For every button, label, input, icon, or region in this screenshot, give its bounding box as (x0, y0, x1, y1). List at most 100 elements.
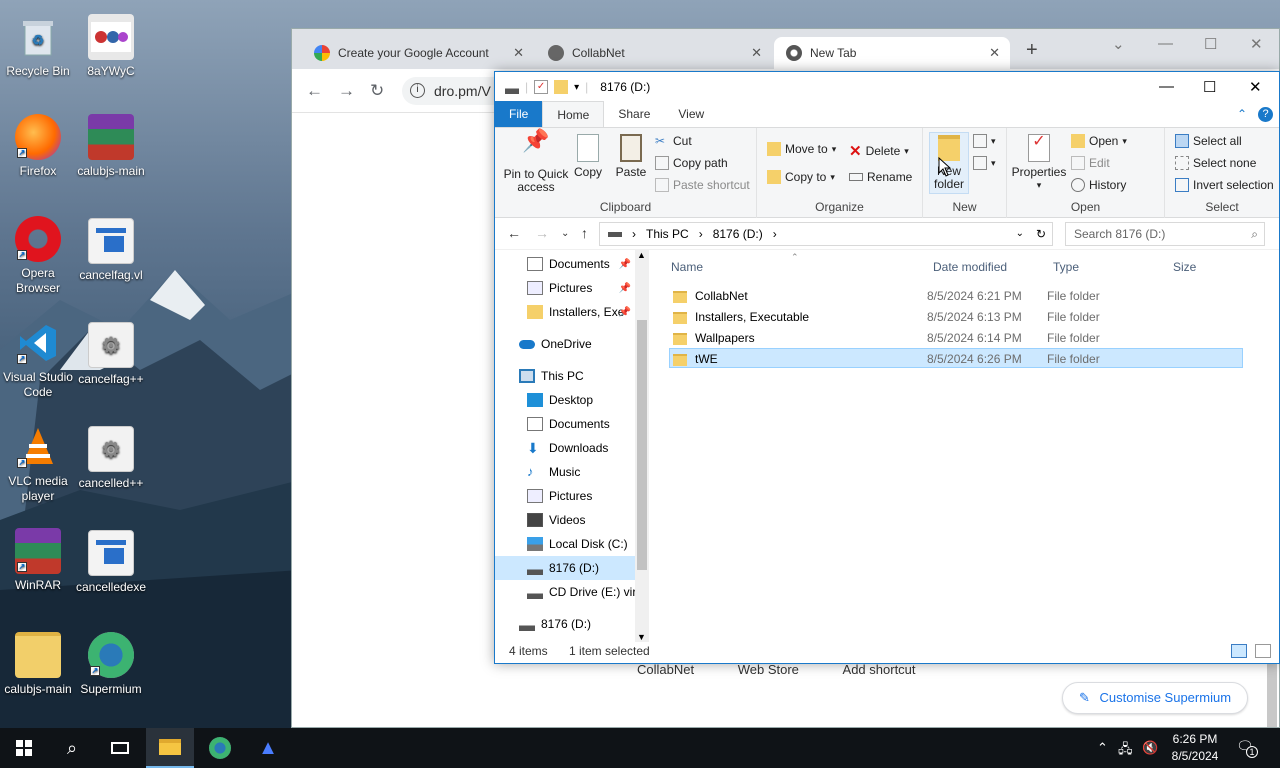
paste-button[interactable]: Paste (613, 134, 649, 179)
shortcut-web-store[interactable]: Web Store (738, 662, 799, 677)
close-tab-icon[interactable]: ✕ (989, 45, 1000, 61)
nav-item-pictures[interactable]: Pictures (495, 484, 635, 508)
forward-icon[interactable]: → (338, 81, 355, 101)
file-row-selected[interactable]: tWE 8/5/2024 6:26 PM File folder (669, 348, 1243, 368)
address-dropdown-icon[interactable]: ⌄ (1016, 223, 1024, 245)
new-tab-button[interactable]: + (1026, 39, 1038, 62)
breadcrumb-drive[interactable]: 8176 (D:) (713, 223, 763, 245)
select-all-button[interactable]: Select all (1175, 134, 1242, 148)
copy-path-button[interactable]: Copy path (655, 156, 728, 170)
nav-item-pictures-quick[interactable]: Pictures 📌 (495, 276, 635, 300)
reload-icon[interactable]: ↻ (370, 81, 384, 101)
close-icon[interactable]: ✕ (1249, 78, 1262, 96)
nav-item-desktop[interactable]: Desktop (495, 388, 635, 412)
action-center-button[interactable]: 🗨 1 (1236, 738, 1258, 758)
nav-item-cd-drive-e[interactable]: CD Drive (E:) virt (495, 580, 635, 604)
refresh-icon[interactable]: ↻ (1036, 223, 1046, 245)
column-date-modified[interactable]: Date modified (933, 260, 1007, 274)
column-size[interactable]: Size (1173, 260, 1196, 274)
delete-button[interactable]: ✕ Delete ▾ (849, 142, 909, 160)
close-tab-icon[interactable]: ✕ (751, 45, 762, 61)
up-icon[interactable]: ↑ (581, 225, 588, 241)
easy-access-button[interactable]: ▾ (973, 156, 996, 170)
maximize-icon[interactable]: ☐ (1204, 35, 1217, 53)
show-hidden-icons-icon[interactable]: ⌃ (1097, 740, 1108, 756)
desktop-icon-firefox[interactable]: ↗ Firefox (0, 114, 76, 179)
close-window-icon[interactable]: ✕ (1250, 35, 1263, 53)
nav-item-documents[interactable]: Documents (495, 412, 635, 436)
cut-button[interactable]: ✂ Cut (655, 134, 692, 148)
new-folder-icon[interactable] (554, 80, 569, 94)
back-icon[interactable]: ← (306, 81, 323, 101)
select-none-button[interactable]: Select none (1175, 156, 1256, 170)
recent-locations-icon[interactable]: ⌄ (561, 228, 569, 239)
properties-icon[interactable]: ✓ (534, 80, 549, 94)
desktop-icon-calubjs-main-folder[interactable]: calubjs-main (0, 632, 76, 697)
desktop-icon-recycle-bin[interactable]: ♻ Recycle Bin (0, 14, 76, 79)
nav-item-videos[interactable]: Videos (495, 508, 635, 532)
taskbar-supermium[interactable] (196, 728, 244, 768)
invert-selection-button[interactable]: Invert selection (1175, 178, 1274, 192)
desktop-icon-8ayWyC[interactable]: 8aYWyC (73, 14, 149, 79)
nav-item-installers[interactable]: Installers, Exe 📌 (495, 300, 635, 324)
tab-view[interactable]: View (664, 101, 718, 127)
nav-item-local-disk-c[interactable]: Local Disk (C:) (495, 532, 635, 556)
column-type[interactable]: Type (1053, 260, 1079, 274)
open-button[interactable]: Open ▾ (1071, 134, 1127, 148)
desktop-icon-winrar[interactable]: ↗ WinRAR (0, 528, 76, 593)
qa-dropdown-icon[interactable]: ▾ (574, 82, 579, 93)
file-row[interactable]: Installers, Executable 8/5/2024 6:13 PM … (669, 307, 1243, 327)
search-box[interactable]: Search 8176 (D:) ⌕ (1065, 222, 1265, 246)
taskbar-app[interactable]: ▲ (244, 728, 292, 768)
browser-tab-new-tab[interactable]: New Tab ✕ (774, 37, 1010, 69)
copy-to-button[interactable]: Copy to ▾ (767, 170, 835, 184)
desktop-icon-cancelledexe[interactable]: cancelledexe (73, 530, 149, 595)
history-button[interactable]: History (1071, 178, 1126, 192)
navigation-scrollbar[interactable]: ▲ ▼ (635, 250, 649, 642)
close-tab-icon[interactable]: ✕ (513, 45, 524, 61)
nav-item-downloads[interactable]: ⬇ Downloads (495, 436, 635, 460)
address-bar[interactable]: › This PC › 8176 (D:) › ⌄ ↻ (599, 222, 1053, 246)
volume-muted-icon[interactable]: 🔇 (1142, 740, 1158, 756)
customise-button[interactable]: ✎ Customise Supermium (1062, 682, 1249, 714)
desktop-icon-opera[interactable]: ↗ Opera Browser (0, 216, 76, 296)
scroll-up-icon[interactable]: ▲ (637, 250, 646, 260)
clock[interactable]: 6:26 PM 8/5/2024 (1160, 731, 1230, 765)
rename-button[interactable]: Rename (849, 170, 912, 184)
taskbar-file-explorer[interactable] (146, 728, 194, 768)
breadcrumb-this-pc[interactable]: This PC (646, 223, 689, 245)
browser-tab-collabnet[interactable]: CollabNet ✕ (536, 37, 772, 69)
paste-shortcut-button[interactable]: Paste shortcut (655, 178, 750, 192)
copy-button[interactable]: Copy (571, 134, 605, 179)
nav-item-documents-quick[interactable]: Documents 📌 (495, 252, 635, 276)
nav-item-drive-d-root[interactable]: 8176 (D:) (495, 612, 635, 636)
desktop-icon-supermium[interactable]: ↗ Supermium (73, 632, 149, 697)
new-item-button[interactable]: ▾ (973, 134, 996, 148)
desktop-icon-vscode[interactable]: ↗ Visual Studio Code (0, 320, 76, 400)
browser-tab-google-account[interactable]: Create your Google Account ✕ (302, 37, 534, 69)
nav-item-music[interactable]: ♪ Music (495, 460, 635, 484)
desktop-icon-cancelfag-vl[interactable]: cancelfag.vl (73, 218, 149, 283)
column-name[interactable]: Name (671, 260, 703, 274)
scroll-thumb[interactable] (637, 320, 647, 570)
forward-icon[interactable]: → (535, 225, 549, 241)
nav-item-onedrive[interactable]: OneDrive (495, 332, 635, 356)
collapse-ribbon-icon[interactable]: ⌃ (1237, 107, 1247, 121)
desktop-icon-vlc[interactable]: ↗ VLC media player (0, 424, 76, 504)
network-icon[interactable]: 🖧 (1118, 740, 1133, 762)
desktop-icon-calubjs-main-rar[interactable]: calubjs-main (73, 114, 149, 179)
edit-button[interactable]: Edit (1071, 156, 1110, 170)
file-row[interactable]: CollabNet 8/5/2024 6:21 PM File folder (669, 286, 1243, 306)
tab-file[interactable]: File (495, 101, 543, 127)
desktop-icon-cancelfag-pp[interactable]: ⚙ cancelfag++ (73, 322, 149, 387)
tab-search-icon[interactable]: ⌄ (1112, 35, 1125, 53)
help-icon[interactable]: ? (1258, 107, 1273, 122)
tab-share[interactable]: Share (604, 101, 664, 127)
move-to-button[interactable]: Move to ▾ (767, 142, 836, 156)
nav-item-this-pc[interactable]: This PC (495, 364, 635, 388)
back-icon[interactable]: ← (507, 225, 521, 241)
desktop-icon-cancelled-pp[interactable]: ⚙ cancelled++ (73, 426, 149, 491)
shortcut-add[interactable]: Add shortcut (843, 662, 916, 677)
details-view-icon[interactable] (1231, 644, 1247, 658)
pin-quick-access-button[interactable]: 📌 Pin to Quick access (501, 130, 571, 194)
